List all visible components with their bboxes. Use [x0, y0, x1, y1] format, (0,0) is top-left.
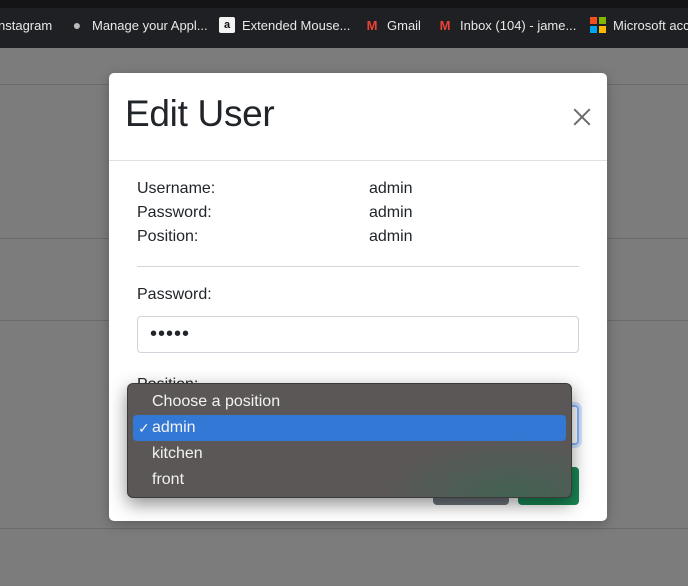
option-label: Choose a position — [152, 393, 281, 410]
bookmark-label: Gmail — [387, 17, 421, 33]
bookmark-inbox[interactable]: M Inbox (104) - jame... — [437, 14, 577, 36]
checkmark-icon: ✓ — [138, 420, 150, 436]
option-admin[interactable]: ✓ admin — [133, 415, 566, 441]
bookmark-label: Manage your Appl... — [92, 17, 208, 33]
option-front[interactable]: front — [133, 467, 566, 493]
bookmark-gmail[interactable]: M Gmail — [364, 14, 421, 36]
info-value: admin — [369, 204, 413, 221]
gmail-icon: M — [366, 17, 378, 33]
close-icon[interactable] — [571, 106, 593, 128]
option-choose-position[interactable]: Choose a position — [133, 389, 566, 415]
position-dropdown-menu: Choose a position ✓ admin kitchen front — [127, 383, 572, 498]
section-divider — [137, 266, 579, 267]
info-row-username: Username: admin — [137, 180, 577, 202]
option-kitchen[interactable]: kitchen — [133, 441, 566, 467]
bookmark-instagram[interactable]: nstagram — [0, 14, 52, 36]
browser-top-strip — [0, 0, 688, 8]
microsoft-icon — [590, 17, 606, 33]
bookmark-label: nstagram — [0, 17, 53, 33]
info-value: admin — [369, 180, 413, 197]
info-row-position: Position: admin — [137, 228, 577, 250]
modal-header: Edit User — [109, 73, 607, 161]
apple-icon: ● — [72, 17, 82, 33]
gmail-icon: M — [439, 17, 451, 33]
info-label: Password: — [137, 204, 212, 221]
option-label: front — [152, 471, 185, 488]
bookmark-label: Inbox (104) - jame... — [460, 17, 577, 33]
bookmark-amazon[interactable]: a Extended Mouse... — [219, 14, 350, 36]
password-input[interactable] — [137, 316, 579, 353]
info-label: Position: — [137, 228, 199, 245]
option-label: kitchen — [152, 445, 203, 462]
amazon-icon: a — [219, 17, 235, 33]
bookmark-label: Extended Mouse... — [242, 17, 351, 33]
info-row-password: Password: admin — [137, 204, 577, 226]
modal-title: Edit User — [125, 93, 275, 134]
bookmark-apple[interactable]: ● Manage your Appl... — [69, 14, 208, 36]
background-divider — [0, 528, 688, 529]
info-value: admin — [369, 228, 413, 245]
option-label: admin — [152, 419, 196, 436]
bookmark-microsoft[interactable]: Microsoft acc — [590, 14, 688, 36]
info-label: Username: — [137, 180, 216, 197]
password-label: Password: — [137, 286, 212, 303]
bookmark-label: Microsoft acc — [613, 17, 688, 33]
bookmarks-bar: nstagram ● Manage your Appl... a Extende… — [0, 0, 688, 48]
